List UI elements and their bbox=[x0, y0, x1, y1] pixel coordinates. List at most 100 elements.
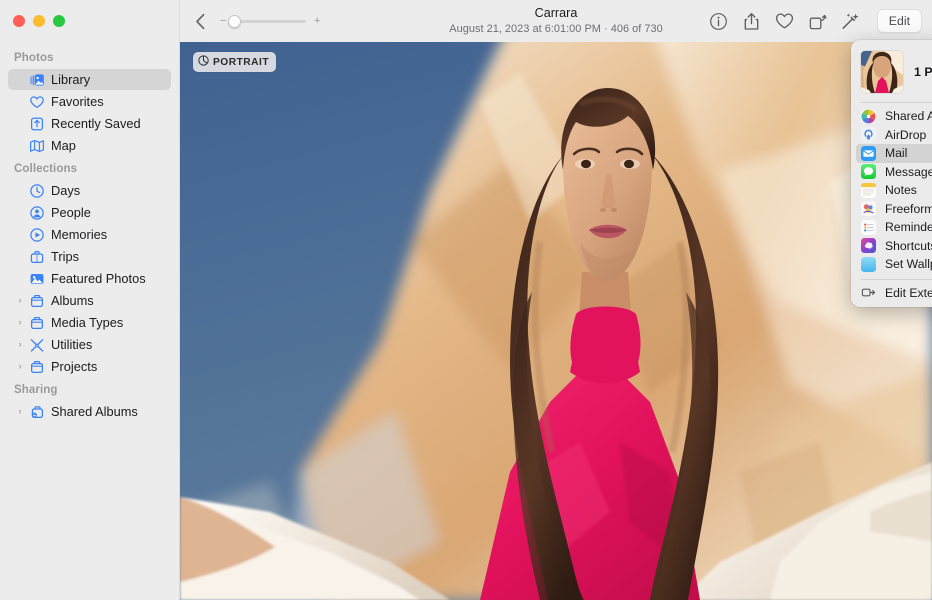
popover-title: 1 Photo Selected bbox=[914, 65, 932, 79]
notes-icon bbox=[861, 183, 876, 198]
sidebar-item-label: Shared Albums bbox=[47, 404, 138, 419]
share-item-airdrop[interactable]: AirDrop bbox=[856, 126, 932, 145]
sidebar-item-days[interactable]: › Days bbox=[8, 180, 171, 201]
share-item-label: AirDrop bbox=[885, 128, 926, 142]
sidebar-item-recently-saved[interactable]: › Recently Saved bbox=[8, 113, 171, 134]
chevron-right-icon[interactable]: › bbox=[14, 318, 26, 327]
share-item-messages[interactable]: Messages bbox=[856, 163, 932, 182]
reminders-icon bbox=[861, 220, 876, 235]
folder-icon bbox=[26, 315, 47, 331]
window-traffic-lights bbox=[13, 15, 65, 27]
zoom-slider-knob[interactable] bbox=[228, 15, 241, 28]
messages-icon bbox=[861, 164, 876, 179]
chevron-right-icon[interactable]: › bbox=[14, 340, 26, 349]
sidebar-item-map[interactable]: › Map bbox=[8, 135, 171, 156]
share-item-notes[interactable]: Notes bbox=[856, 181, 932, 200]
share-icon[interactable] bbox=[741, 11, 762, 32]
sidebar-item-albums[interactable]: › Albums bbox=[8, 290, 171, 311]
chevron-right-icon[interactable]: › bbox=[14, 296, 26, 305]
share-item-label: Shared Albums bbox=[885, 109, 932, 123]
person-icon bbox=[26, 205, 47, 221]
sidebar-item-label: Library bbox=[47, 72, 90, 87]
sidebar-item-memories[interactable]: › Memories bbox=[8, 224, 171, 245]
set-wallpaper-icon bbox=[861, 257, 876, 272]
chevron-right-icon[interactable]: › bbox=[14, 407, 26, 416]
heart-icon bbox=[26, 94, 47, 110]
popover-divider-bottom bbox=[861, 279, 932, 280]
sidebar-section-header: Photos bbox=[0, 46, 179, 68]
mail-icon bbox=[861, 146, 876, 161]
sidebar-item-label: Media Types bbox=[47, 315, 123, 330]
auto-enhance-icon[interactable] bbox=[840, 11, 861, 32]
sidebar-item-library[interactable]: › Library bbox=[8, 69, 171, 90]
recently-saved-icon bbox=[26, 116, 47, 132]
photo-viewer[interactable]: PORTRAIT bbox=[180, 42, 932, 600]
sidebar-item-shared-albums[interactable]: › Shared Albums bbox=[8, 401, 171, 422]
sidebar-item-favorites[interactable]: ›Favorites bbox=[8, 91, 171, 112]
folder-icon bbox=[26, 359, 47, 375]
chevron-right-icon[interactable]: › bbox=[14, 362, 26, 371]
sidebar-item-label: Favorites bbox=[47, 94, 104, 109]
sidebar-section-header: Collections bbox=[0, 157, 179, 179]
shared-albums-icon bbox=[26, 404, 47, 420]
folder-icon bbox=[26, 293, 47, 309]
trips-icon bbox=[26, 249, 47, 265]
shared-albums-app-icon bbox=[861, 109, 876, 124]
share-item-label: Messages bbox=[885, 165, 932, 179]
zoom-slider-track[interactable] bbox=[232, 20, 306, 23]
rotate-icon[interactable] bbox=[807, 11, 828, 32]
airdrop-icon bbox=[861, 127, 876, 142]
zoom-slider[interactable]: − + bbox=[220, 12, 320, 30]
sidebar-item-label: Map bbox=[47, 138, 76, 153]
popover-header: 1 Photo Selected bbox=[851, 46, 932, 102]
featured-photos-icon bbox=[26, 271, 47, 287]
share-item-freeform[interactable]: Freeform bbox=[856, 200, 932, 219]
sidebar-item-label: Recently Saved bbox=[47, 116, 141, 131]
portrait-badge-label: PORTRAIT bbox=[213, 57, 269, 68]
favorite-heart-icon[interactable] bbox=[774, 11, 795, 32]
sidebar-item-label: Utilities bbox=[47, 337, 92, 352]
toolbar: − + Carrara August 21, 2023 at 6:01:00 P… bbox=[180, 0, 932, 42]
photos-app-window: Photos› Library›Favorites› Recently Save… bbox=[0, 0, 932, 600]
share-item-label: Freeform bbox=[885, 202, 932, 216]
share-item-label: Mail bbox=[885, 146, 907, 160]
sidebar-item-projects[interactable]: › Projects bbox=[8, 356, 171, 377]
aperture-icon bbox=[198, 55, 209, 69]
sidebar-item-label: Memories bbox=[47, 227, 107, 242]
share-item-mail[interactable]: Mail bbox=[856, 144, 932, 163]
sidebar-item-utilities[interactable]: › Utilities bbox=[8, 334, 171, 355]
share-item-set-wallpaper[interactable]: Set Wallpaper bbox=[856, 255, 932, 274]
sidebar-item-media-types[interactable]: › Media Types bbox=[8, 312, 171, 333]
share-item-label: Set Wallpaper bbox=[885, 257, 932, 271]
clock-icon bbox=[26, 183, 47, 199]
edit-button[interactable]: Edit bbox=[877, 9, 922, 33]
memories-icon bbox=[26, 227, 47, 243]
edit-extensions-item[interactable]: Edit Extensions… bbox=[856, 284, 932, 303]
edit-extensions-label: Edit Extensions… bbox=[885, 286, 932, 300]
back-button[interactable] bbox=[188, 9, 212, 33]
share-item-reminders[interactable]: Reminders bbox=[856, 218, 932, 237]
freeform-icon bbox=[861, 201, 876, 216]
map-icon bbox=[26, 138, 47, 154]
sidebar-list: Photos› Library›Favorites› Recently Save… bbox=[0, 0, 179, 422]
share-item-label: Notes bbox=[885, 183, 917, 197]
share-item-label: Reminders bbox=[885, 220, 932, 234]
sidebar-item-label: Trips bbox=[47, 249, 79, 264]
maximize-button[interactable] bbox=[53, 15, 65, 27]
utilities-icon bbox=[26, 337, 47, 353]
sidebar-section-header: Sharing bbox=[0, 378, 179, 400]
share-item-shared-albums[interactable]: Shared Albums bbox=[856, 107, 932, 126]
share-popover: 1 Photo Selected Shared Albums AirDrop bbox=[851, 40, 932, 307]
info-icon[interactable] bbox=[708, 11, 729, 32]
sidebar-item-trips[interactable]: › Trips bbox=[8, 246, 171, 267]
sidebar-item-label: Days bbox=[47, 183, 80, 198]
share-item-label: Shortcuts bbox=[885, 239, 932, 253]
close-button[interactable] bbox=[13, 15, 25, 27]
sidebar-item-featured-photos[interactable]: › Featured Photos bbox=[8, 268, 171, 289]
share-item-shortcuts[interactable]: Shortcuts bbox=[856, 237, 932, 256]
sidebar-item-label: People bbox=[47, 205, 91, 220]
share-targets-list: Shared Albums AirDrop Mail Messages Note… bbox=[851, 103, 932, 274]
sidebar-item-label: Featured Photos bbox=[47, 271, 146, 286]
sidebar-item-people[interactable]: › People bbox=[8, 202, 171, 223]
minimize-button[interactable] bbox=[33, 15, 45, 27]
